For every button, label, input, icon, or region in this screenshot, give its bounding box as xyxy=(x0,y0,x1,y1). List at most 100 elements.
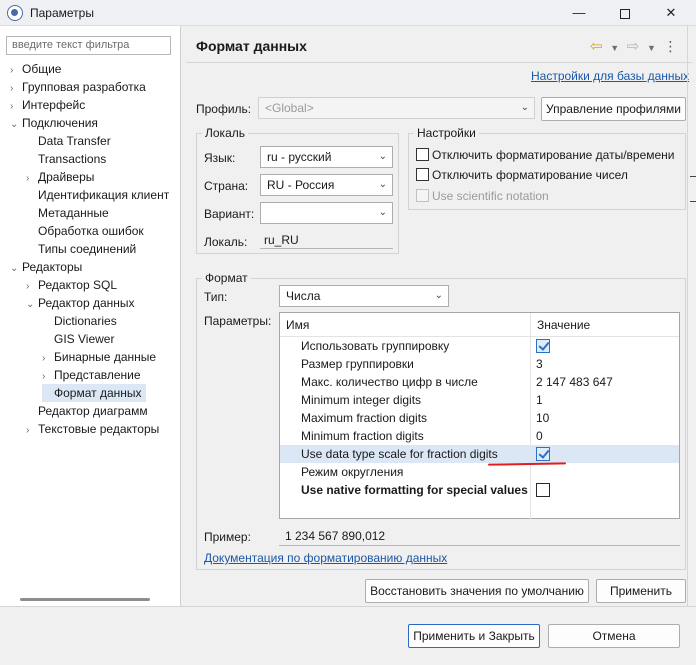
param-name: Minimum fraction digits xyxy=(301,429,424,443)
chevron-down-icon[interactable]: ⌄ xyxy=(10,260,22,278)
chevron-right-icon[interactable]: › xyxy=(26,422,38,440)
profile-combo[interactable]: <Global> ⌄ xyxy=(258,97,535,119)
column-header-name[interactable]: Имя xyxy=(280,313,309,337)
app-icon xyxy=(7,5,23,21)
restore-defaults-button[interactable]: Восстановить значения по умолчанию xyxy=(365,579,589,603)
tree-item[interactable]: GIS Viewer xyxy=(42,330,114,348)
checked-checkbox[interactable] xyxy=(536,339,550,353)
param-name: Макс. количество цифр в числе xyxy=(301,375,478,389)
tree-item-label: Формат данных xyxy=(54,386,142,400)
tree-item[interactable]: Обработка ошибок xyxy=(26,222,144,240)
tree-item[interactable]: Dictionaries xyxy=(42,312,117,330)
profile-value: <Global> xyxy=(265,101,314,115)
table-row[interactable]: Use native formatting for special values xyxy=(280,481,679,499)
table-row[interactable]: Maximum fraction digits 10 xyxy=(280,409,679,427)
tree-item[interactable]: › Драйверы xyxy=(26,168,94,186)
tree-item[interactable]: Data Transfer xyxy=(26,132,111,150)
disable-date-format-checkbox[interactable] xyxy=(416,148,429,161)
forward-arrow-icon[interactable]: ⇨ xyxy=(627,37,640,55)
db-settings-link[interactable]: Настройки для базы данных xyxy=(531,69,689,83)
tree-item-label: Обработка ошибок xyxy=(38,224,144,238)
table-row[interactable]: Размер группировки 3 xyxy=(280,355,679,373)
locale-group-title: Локаль xyxy=(202,126,248,140)
chevron-down-icon: ⌄ xyxy=(520,102,529,113)
checked-checkbox[interactable] xyxy=(536,447,550,461)
format-docs-link[interactable]: Документация по форматированию данных xyxy=(204,551,447,565)
disable-number-format-label: Отключить форматирование чисел xyxy=(432,168,628,182)
table-row[interactable]: Макс. количество цифр в числе 2 147 483 6… xyxy=(280,373,679,391)
tree-item[interactable]: › Интерфейс xyxy=(10,96,85,114)
filter-input[interactable]: введите текст фильтра xyxy=(6,36,171,55)
cancel-button[interactable]: Отмена xyxy=(548,624,680,648)
tree-item-label: Подключения xyxy=(22,116,98,130)
chevron-down-icon: ⌄ xyxy=(434,290,443,301)
tree-item-label: Редактор SQL xyxy=(38,278,118,292)
chevron-down-icon[interactable]: ⌄ xyxy=(10,116,22,134)
window-title: Параметры xyxy=(30,6,94,20)
profile-label: Профиль: xyxy=(196,102,252,116)
apply-button[interactable]: Применить xyxy=(596,579,686,603)
more-options-icon[interactable]: ⋮ xyxy=(664,38,678,55)
variant-combo[interactable]: ⌄ xyxy=(260,202,393,224)
maximize-button[interactable] xyxy=(602,0,648,26)
chevron-down-icon[interactable]: ⌄ xyxy=(26,296,38,314)
table-row[interactable]: Режим округления xyxy=(280,463,679,481)
apply-and-close-button[interactable]: Применить и Закрыть xyxy=(408,624,540,648)
back-arrow-icon[interactable]: ⇦ xyxy=(590,37,603,55)
tree-item[interactable]: Типы соединений xyxy=(26,240,136,258)
tree-item[interactable]: › Представление xyxy=(42,366,141,384)
unchecked-checkbox[interactable] xyxy=(536,483,550,497)
params-table: Имя Значение Использовать группировку Раз… xyxy=(279,312,680,520)
tree-item[interactable]: ⌄ Редактор данных xyxy=(26,294,135,312)
tree-item[interactable]: Формат данных xyxy=(42,384,146,402)
tree-item-label: Идентификация клиент xyxy=(38,188,170,202)
back-menu-icon[interactable]: ▼ xyxy=(610,43,619,53)
tree-item[interactable]: Метаданные xyxy=(26,204,109,222)
maximize-icon xyxy=(620,8,630,19)
tree-item-label: Метаданные xyxy=(38,206,109,220)
close-button[interactable]: ✕ xyxy=(648,0,694,26)
sidebar-hscrollbar[interactable] xyxy=(20,598,150,601)
locale-field[interactable]: ru_RU xyxy=(260,231,393,249)
manage-profiles-button[interactable]: Управление профилями xyxy=(541,97,686,121)
settings-group-title: Настройки xyxy=(414,126,479,140)
tree-item[interactable]: Идентификация клиент xyxy=(26,186,169,204)
country-combo[interactable]: RU - Россия ⌄ xyxy=(260,174,393,196)
title-bar: Параметры — ✕ xyxy=(0,0,696,26)
header-divider xyxy=(186,62,692,63)
param-value[interactable]: 2 147 483 647 xyxy=(536,373,613,391)
footer-divider xyxy=(0,606,696,607)
sample-field[interactable]: 1 234 567 890,012 xyxy=(279,526,680,546)
table-row[interactable]: Minimum integer digits 1 xyxy=(280,391,679,409)
tree-item[interactable]: › Редактор SQL xyxy=(26,276,117,294)
table-row[interactable]: Использовать группировку xyxy=(280,337,679,355)
type-value: Числа xyxy=(286,289,321,303)
tree-item[interactable]: Редактор диаграмм xyxy=(26,402,148,420)
table-row[interactable]: Minimum fraction digits 0 xyxy=(280,427,679,445)
tree-item[interactable]: ⌄ Подключения xyxy=(10,114,98,132)
chevron-down-icon: ⌄ xyxy=(378,151,387,162)
tree-item[interactable]: Transactions xyxy=(26,150,106,168)
table-row[interactable]: Use data type scale for fraction digits xyxy=(280,445,679,463)
tree-item[interactable]: ⌄ Редакторы xyxy=(10,258,82,276)
param-value[interactable]: 1 xyxy=(536,391,543,409)
param-value[interactable]: 10 xyxy=(536,409,549,427)
column-header-value[interactable]: Значение xyxy=(531,313,590,337)
param-value[interactable]: 0 xyxy=(536,427,543,445)
tree-item[interactable]: › Групповая разработка xyxy=(10,78,146,96)
param-value[interactable]: 3 xyxy=(536,355,543,373)
tree-item[interactable]: › Общие xyxy=(10,60,61,78)
chevron-down-icon: ⌄ xyxy=(378,179,387,190)
forward-menu-icon[interactable]: ▼ xyxy=(647,43,656,53)
type-combo[interactable]: Числа ⌄ xyxy=(279,285,449,307)
scientific-notation-checkbox[interactable] xyxy=(416,189,429,202)
language-combo[interactable]: ru - русский ⌄ xyxy=(260,146,393,168)
disable-date-format-label: Отключить форматирование даты/времени xyxy=(432,148,675,162)
tree-item[interactable]: › Текстовые редакторы xyxy=(26,420,159,438)
tree-item[interactable]: › Бинарные данные xyxy=(42,348,156,366)
clipped-control xyxy=(690,165,696,177)
disable-number-format-checkbox[interactable] xyxy=(416,168,429,181)
chevron-down-icon: ⌄ xyxy=(378,207,387,218)
variant-label: Вариант: xyxy=(204,207,255,221)
minimize-button[interactable]: — xyxy=(556,0,602,26)
